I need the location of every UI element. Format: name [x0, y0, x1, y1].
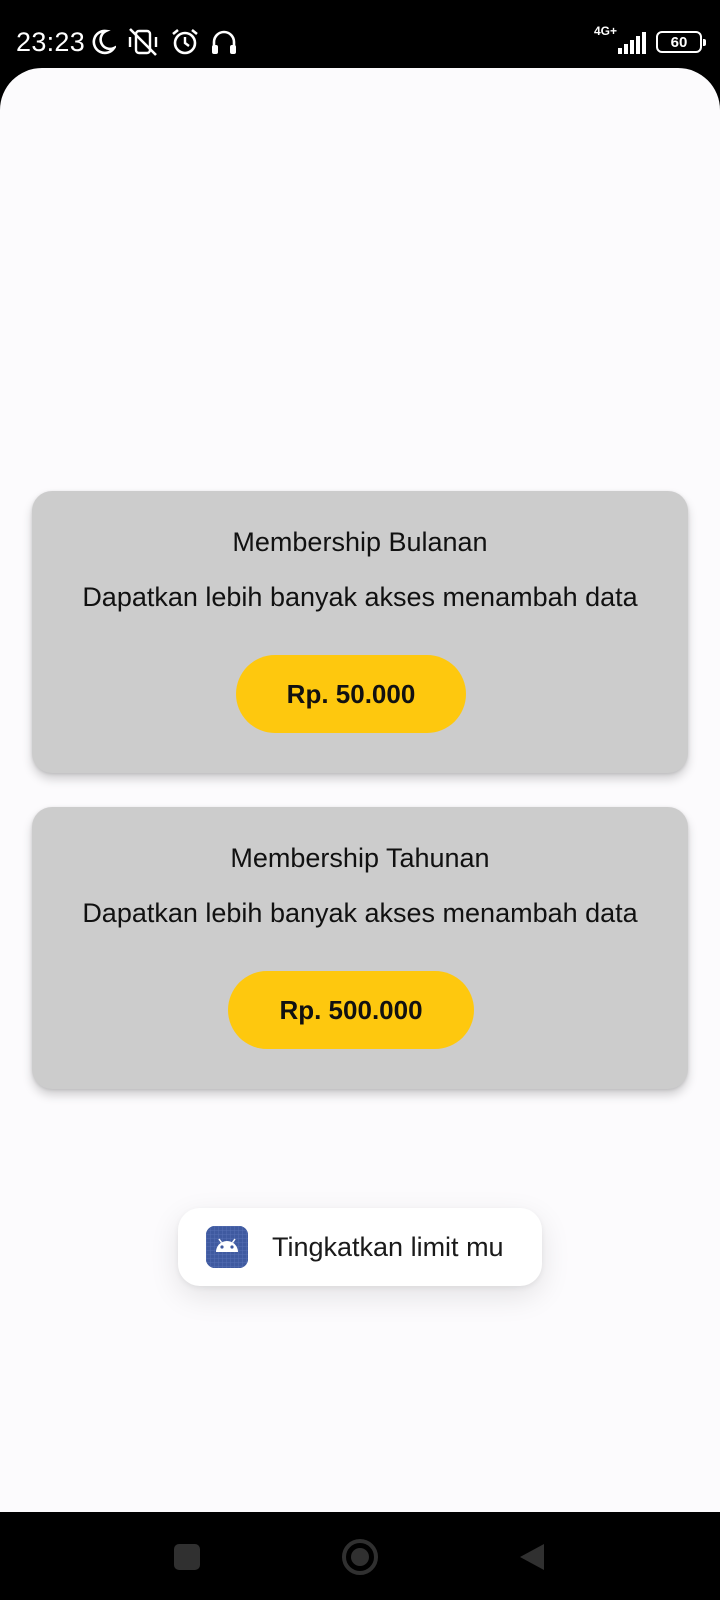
- moon-icon: [92, 29, 116, 55]
- app-screen: Membership Bulanan Dapatkan lebih banyak…: [0, 68, 720, 1512]
- buy-yearly-button[interactable]: Rp. 500.000: [228, 971, 474, 1049]
- status-right: 4G+ 60: [594, 24, 706, 58]
- navigation-bar: [0, 1512, 720, 1600]
- home-icon[interactable]: [342, 1539, 378, 1575]
- card-description: Dapatkan lebih banyak akses menambah dat…: [82, 898, 638, 928]
- battery-level: 60: [670, 33, 688, 51]
- status-icons-left: [92, 26, 238, 58]
- card-title: Membership Tahunan: [230, 843, 490, 873]
- buy-monthly-button[interactable]: Rp. 50.000: [236, 655, 466, 733]
- membership-card-monthly: Membership Bulanan Dapatkan lebih banyak…: [32, 491, 688, 773]
- alarm-icon: [170, 27, 200, 57]
- status-time: 23:23: [16, 27, 86, 57]
- toast-text: Tingkatkan limit mu: [272, 1232, 504, 1262]
- signal-icon: 4G+: [594, 24, 646, 58]
- recent-apps-icon[interactable]: [174, 1544, 200, 1570]
- membership-card-yearly: Membership Tahunan Dapatkan lebih banyak…: [32, 807, 688, 1089]
- card-description: Dapatkan lebih banyak akses menambah dat…: [82, 582, 638, 612]
- android-app-icon: [206, 1226, 248, 1268]
- toast-message: Tingkatkan limit mu: [178, 1208, 542, 1286]
- battery-icon: 60: [656, 31, 706, 53]
- headphones-icon: [210, 28, 238, 56]
- vibrate-off-icon: [126, 27, 160, 57]
- back-icon[interactable]: [518, 1542, 546, 1572]
- card-title: Membership Bulanan: [232, 527, 488, 557]
- network-type: 4G+: [594, 24, 618, 38]
